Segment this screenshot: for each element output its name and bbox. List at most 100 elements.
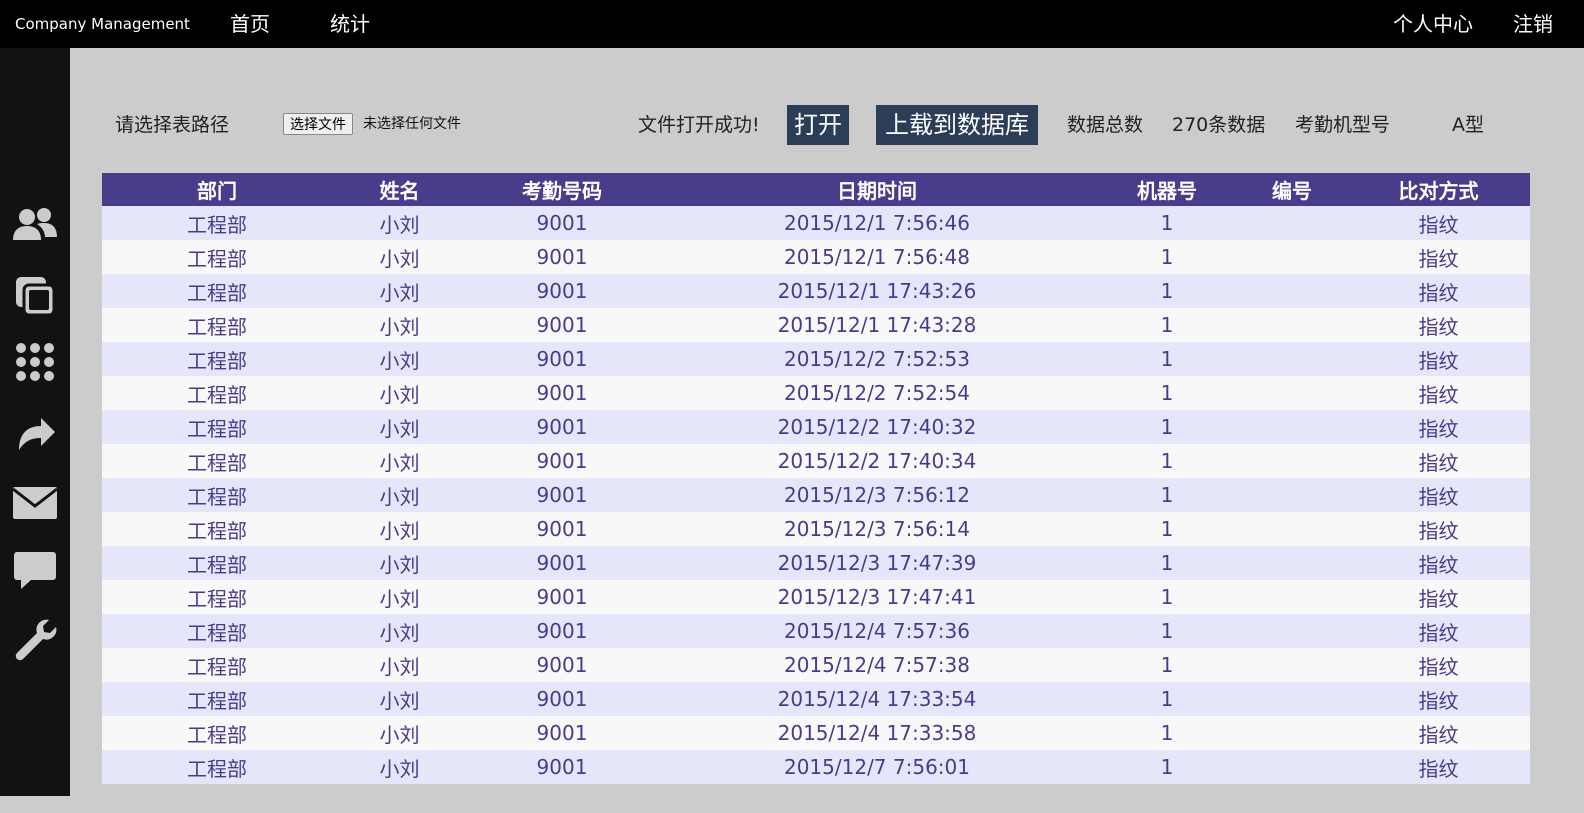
cell-name: 小刘 [332,240,467,274]
table-row[interactable]: 工程部 小刘 9001 2015/12/4 7:57:38 1 指纹 [102,648,1530,682]
cell-datetime: 2015/12/1 17:43:26 [657,274,1097,308]
cell-match-method: 指纹 [1347,308,1530,342]
cell-department: 工程部 [102,274,332,308]
cell-datetime: 2015/12/4 7:57:38 [657,648,1097,682]
header-name[interactable]: 姓名 [332,173,467,206]
total-label: 数据总数 [1067,114,1144,136]
table-row[interactable]: 工程部 小刘 9001 2015/12/3 7:56:14 1 指纹 [102,512,1530,546]
table-row[interactable]: 工程部 小刘 9001 2015/12/1 17:43:26 1 指纹 [102,274,1530,308]
nav-logout[interactable]: 注销 [1513,0,1553,48]
table-row[interactable]: 工程部 小刘 9001 2015/12/4 17:33:54 1 指纹 [102,682,1530,716]
cell-datetime: 2015/12/4 7:57:36 [657,614,1097,648]
cell-match-method: 指纹 [1347,512,1530,546]
cell-datetime: 2015/12/2 17:40:32 [657,410,1097,444]
cell-machine-no: 1 [1097,648,1237,682]
model-value: A型 [1452,114,1484,136]
cell-number [1237,410,1347,444]
header-number[interactable]: 编号 [1237,173,1347,206]
open-button[interactable]: 打开 [787,105,849,145]
mail-icon[interactable] [8,476,62,530]
cell-name: 小刘 [332,410,467,444]
cell-datetime: 2015/12/2 7:52:54 [657,376,1097,410]
cell-number [1237,308,1347,342]
choose-file-button[interactable]: 选择文件 [283,113,353,135]
nav-profile[interactable]: 个人中心 [1393,0,1473,48]
cell-match-method: 指纹 [1347,342,1530,376]
cell-machine-no: 1 [1097,580,1237,614]
cell-attendance-no: 9001 [467,342,657,376]
cell-name: 小刘 [332,308,467,342]
cell-number [1237,580,1347,614]
cell-department: 工程部 [102,750,332,784]
cell-match-method: 指纹 [1347,546,1530,580]
copy-icon[interactable] [8,269,62,323]
cell-datetime: 2015/12/3 7:56:14 [657,512,1097,546]
header-datetime[interactable]: 日期时间 [657,173,1097,206]
table-row[interactable]: 工程部 小刘 9001 2015/12/3 7:56:12 1 指纹 [102,478,1530,512]
cell-match-method: 指纹 [1347,716,1530,750]
cell-department: 工程部 [102,308,332,342]
table-row[interactable]: 工程部 小刘 9001 2015/12/2 17:40:32 1 指纹 [102,410,1530,444]
table-row[interactable]: 工程部 小刘 9001 2015/12/4 17:33:58 1 指纹 [102,716,1530,750]
share-arrow-icon[interactable] [8,405,62,459]
cell-department: 工程部 [102,682,332,716]
cell-datetime: 2015/12/3 7:56:12 [657,478,1097,512]
header-match-method[interactable]: 比对方式 [1347,173,1530,206]
table-row[interactable]: 工程部 小刘 9001 2015/12/3 17:47:41 1 指纹 [102,580,1530,614]
cell-department: 工程部 [102,546,332,580]
cell-attendance-no: 9001 [467,614,657,648]
cell-name: 小刘 [332,750,467,784]
table-row[interactable]: 工程部 小刘 9001 2015/12/1 7:56:46 1 指纹 [102,206,1530,240]
users-icon[interactable] [8,199,62,253]
wrench-icon[interactable] [8,613,62,667]
cell-match-method: 指纹 [1347,206,1530,240]
attendance-table-container[interactable]: 部门 姓名 考勤号码 日期时间 机器号 编号 比对方式 工程部 小刘 9001 201… [102,173,1530,813]
cell-number [1237,614,1347,648]
cell-name: 小刘 [332,342,467,376]
grid-icon[interactable] [8,335,62,389]
table-row[interactable]: 工程部 小刘 9001 2015/12/7 7:56:01 1 指纹 [102,750,1530,784]
cell-machine-no: 1 [1097,750,1237,784]
header-machine-no[interactable]: 机器号 [1097,173,1237,206]
open-success-text: 文件打开成功! [638,114,760,136]
cell-number [1237,240,1347,274]
nav-statistics[interactable]: 统计 [330,0,370,48]
table-row[interactable]: 工程部 小刘 9001 2015/12/1 7:56:48 1 指纹 [102,240,1530,274]
table-row[interactable]: 工程部 小刘 9001 2015/12/1 17:43:28 1 指纹 [102,308,1530,342]
cell-attendance-no: 9001 [467,206,657,240]
cell-name: 小刘 [332,274,467,308]
cell-number [1237,342,1347,376]
cell-match-method: 指纹 [1347,444,1530,478]
table-row[interactable]: 工程部 小刘 9001 2015/12/4 7:57:36 1 指纹 [102,614,1530,648]
cell-department: 工程部 [102,478,332,512]
nav-home[interactable]: 首页 [230,0,270,48]
cell-department: 工程部 [102,342,332,376]
cell-number [1237,444,1347,478]
cell-datetime: 2015/12/4 17:33:54 [657,682,1097,716]
chat-icon[interactable] [8,543,62,597]
file-status: 未选择任何文件 [363,116,461,132]
cell-number [1237,478,1347,512]
cell-machine-no: 1 [1097,512,1237,546]
sidebar [0,48,70,796]
header-attendance-no[interactable]: 考勤号码 [467,173,657,206]
cell-datetime: 2015/12/1 7:56:48 [657,240,1097,274]
import-toolbar: 请选择表路径 选择文件 未选择任何文件 文件打开成功! 打开 上载到数据库 数据… [0,96,1584,156]
table-row[interactable]: 工程部 小刘 9001 2015/12/2 17:40:34 1 指纹 [102,444,1530,478]
cell-name: 小刘 [332,682,467,716]
brand-title[interactable]: Company Management [15,0,190,48]
cell-attendance-no: 9001 [467,546,657,580]
upload-to-database-button[interactable]: 上载到数据库 [876,105,1038,145]
cell-number [1237,512,1347,546]
table-row[interactable]: 工程部 小刘 9001 2015/12/2 7:52:54 1 指纹 [102,376,1530,410]
cell-department: 工程部 [102,614,332,648]
header-department[interactable]: 部门 [102,173,332,206]
cell-machine-no: 1 [1097,376,1237,410]
table-row[interactable]: 工程部 小刘 9001 2015/12/2 7:52:53 1 指纹 [102,342,1530,376]
table-row[interactable]: 工程部 小刘 9001 2015/12/3 17:47:39 1 指纹 [102,546,1530,580]
cell-attendance-no: 9001 [467,308,657,342]
cell-machine-no: 1 [1097,478,1237,512]
cell-number [1237,274,1347,308]
cell-department: 工程部 [102,716,332,750]
cell-attendance-no: 9001 [467,478,657,512]
